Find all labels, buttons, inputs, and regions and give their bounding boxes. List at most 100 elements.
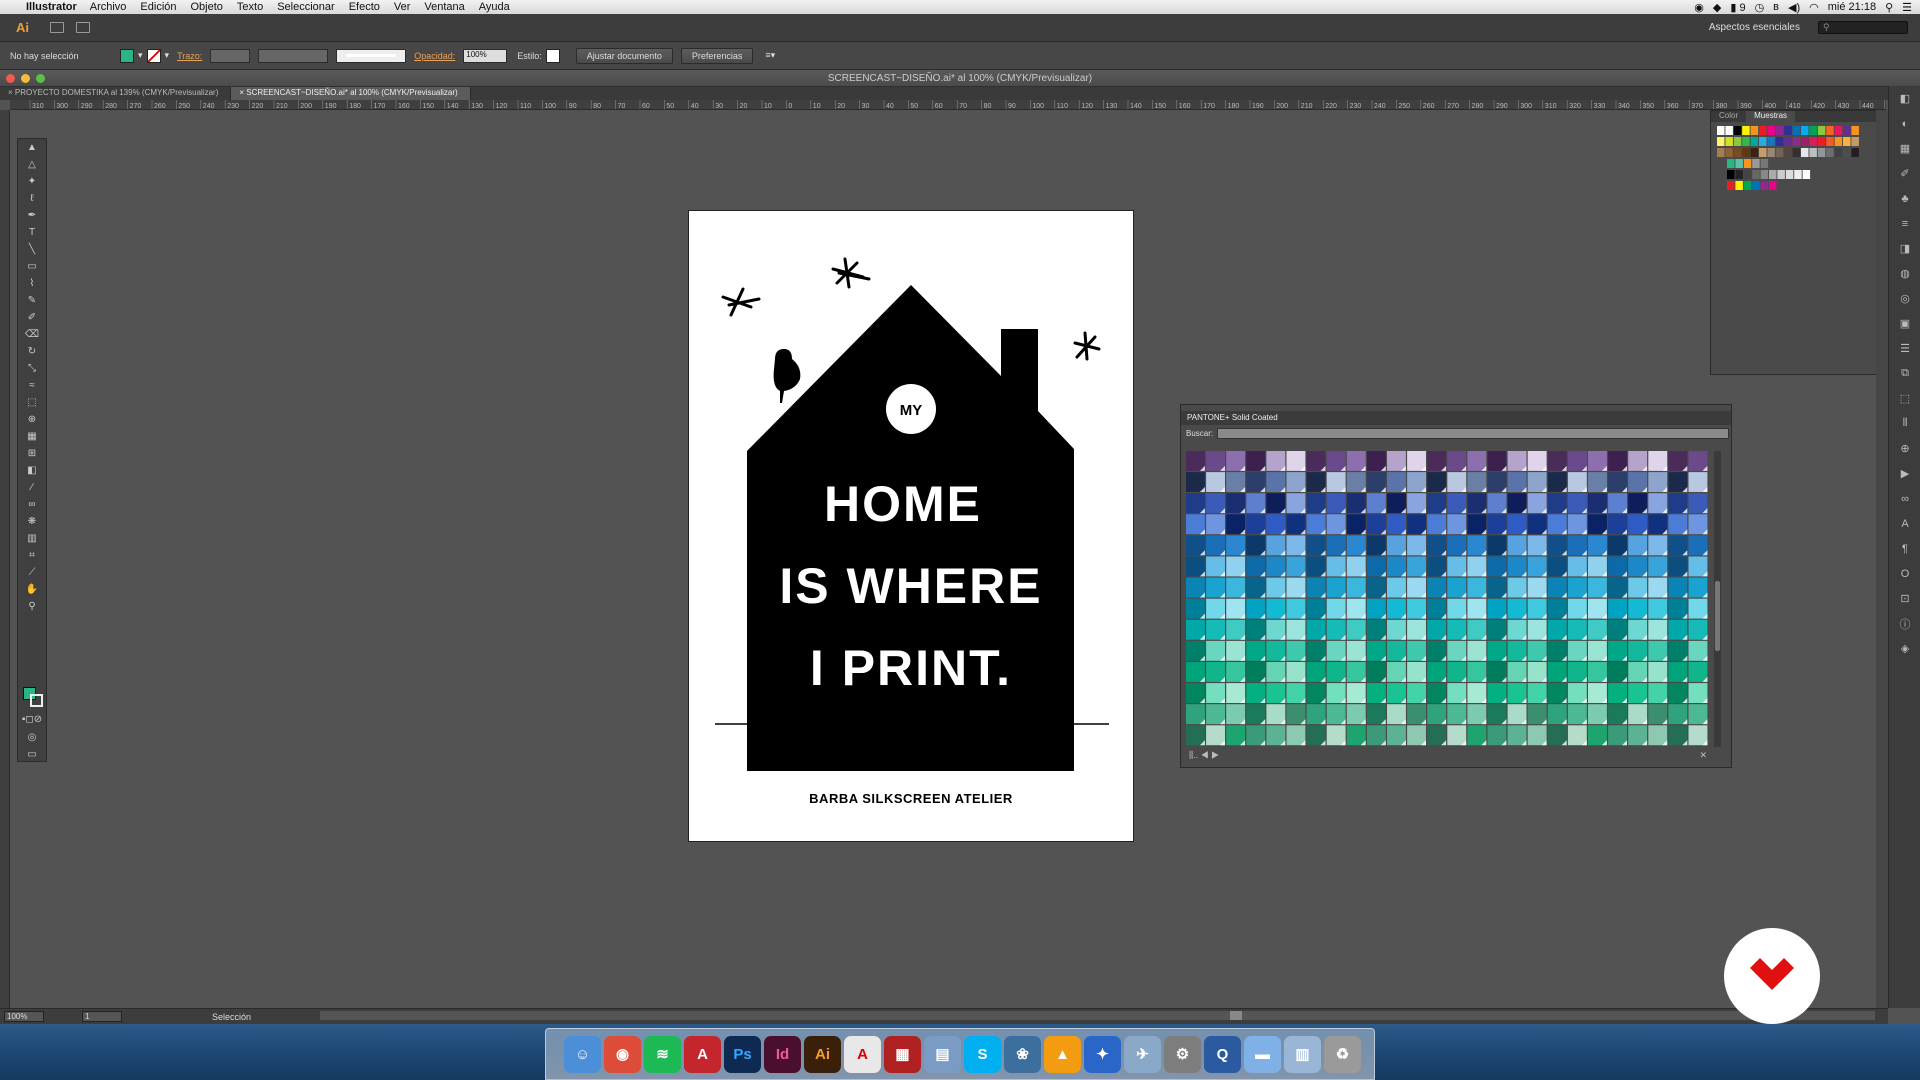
- pantone-swatch[interactable]: [1567, 556, 1587, 577]
- swatch[interactable]: [1784, 148, 1792, 157]
- minimize-window-button[interactable]: [21, 74, 30, 83]
- transmit-icon[interactable]: ✦: [1084, 1035, 1121, 1073]
- pantone-swatch[interactable]: [1648, 619, 1668, 640]
- stroke-color-box[interactable]: [30, 694, 43, 707]
- pantone-swatch[interactable]: [1527, 619, 1547, 640]
- pantone-swatch[interactable]: [1567, 598, 1587, 619]
- pantone-swatch[interactable]: [1427, 535, 1447, 556]
- help-search-input[interactable]: ⚲: [1818, 21, 1908, 34]
- swatch[interactable]: [1752, 170, 1760, 179]
- pantone-swatch[interactable]: [1266, 598, 1286, 619]
- pantone-swatch[interactable]: [1628, 662, 1648, 682]
- pantone-swatch[interactable]: [1467, 535, 1487, 556]
- pantone-swatch[interactable]: [1648, 514, 1668, 535]
- pantone-swatch[interactable]: [1567, 662, 1587, 682]
- pantone-swatch[interactable]: [1648, 683, 1668, 703]
- pantone-swatch[interactable]: [1527, 556, 1547, 577]
- pantone-swatch[interactable]: [1668, 577, 1688, 598]
- pantone-swatch[interactable]: [1387, 725, 1406, 746]
- pantone-swatch[interactable]: [1427, 640, 1447, 661]
- pantone-swatch[interactable]: [1326, 535, 1346, 556]
- pantone-swatch[interactable]: [1366, 493, 1386, 514]
- graphic-styles-icon[interactable]: ▣: [1889, 311, 1920, 336]
- pantone-swatch[interactable]: [1286, 451, 1306, 471]
- pantone-swatch[interactable]: [1186, 472, 1205, 492]
- swatch[interactable]: [1843, 137, 1851, 146]
- swatch[interactable]: [1801, 137, 1809, 146]
- pantone-swatch[interactable]: [1306, 619, 1326, 640]
- folder-icon[interactable]: ▬: [1244, 1035, 1281, 1073]
- pantone-swatch[interactable]: [1246, 535, 1266, 556]
- swatch[interactable]: [1777, 170, 1785, 179]
- artboards-icon[interactable]: ⧉: [1889, 361, 1920, 386]
- pantone-swatch[interactable]: [1407, 640, 1426, 661]
- pantone-swatch[interactable]: [1608, 535, 1627, 556]
- pantone-swatch[interactable]: [1527, 535, 1547, 556]
- fill-swatch[interactable]: [120, 48, 134, 63]
- blend-tool-icon[interactable]: ∞: [18, 496, 46, 513]
- pantone-swatch[interactable]: [1186, 535, 1205, 556]
- pantone-swatch[interactable]: [1688, 662, 1708, 682]
- pantone-swatch[interactable]: [1467, 640, 1487, 661]
- pantone-swatch[interactable]: [1467, 514, 1487, 535]
- pantone-swatch[interactable]: [1527, 683, 1547, 703]
- pantone-swatch[interactable]: [1346, 451, 1366, 471]
- pantone-swatch[interactable]: [1246, 640, 1266, 661]
- swatch[interactable]: [1785, 170, 1794, 179]
- pantone-swatch[interactable]: [1567, 493, 1587, 514]
- scroll-thumb[interactable]: [1230, 1011, 1242, 1020]
- swatch[interactable]: [1725, 148, 1733, 157]
- pantone-swatch[interactable]: [1467, 662, 1487, 682]
- pantone-swatch[interactable]: [1366, 514, 1386, 535]
- pantone-swatch[interactable]: [1588, 514, 1607, 535]
- pantone-swatch[interactable]: [1608, 619, 1627, 640]
- pantone-swatch[interactable]: [1628, 640, 1648, 661]
- downloads-icon[interactable]: ▥: [1284, 1035, 1321, 1073]
- pantone-swatch[interactable]: [1648, 598, 1668, 619]
- pantone-swatch[interactable]: [1387, 514, 1406, 535]
- swatch[interactable]: [1735, 181, 1743, 190]
- pantone-swatch[interactable]: [1668, 704, 1688, 725]
- pantone-swatch[interactable]: [1527, 598, 1547, 619]
- pantone-swatch[interactable]: [1407, 535, 1426, 556]
- pantone-swatch[interactable]: [1487, 556, 1507, 577]
- pantone-swatch[interactable]: [1648, 451, 1668, 471]
- pantone-swatch[interactable]: [1588, 493, 1607, 514]
- pantone-swatch[interactable]: [1246, 619, 1266, 640]
- iphoto-icon[interactable]: ❀: [1004, 1035, 1041, 1073]
- pantone-swatch[interactable]: [1628, 451, 1648, 471]
- swatch[interactable]: [1750, 126, 1759, 135]
- pantone-swatch[interactable]: [1668, 556, 1688, 577]
- pantone-swatch[interactable]: [1547, 725, 1567, 746]
- pantone-swatch[interactable]: [1668, 598, 1688, 619]
- warp-tool-icon[interactable]: ≈: [18, 377, 46, 394]
- pantone-swatch[interactable]: [1527, 704, 1547, 725]
- style-swatch[interactable]: [545, 48, 560, 63]
- menu-app-name[interactable]: Illustrator: [26, 1, 77, 13]
- hand-tool-icon[interactable]: ✋: [18, 581, 46, 598]
- pantone-swatch[interactable]: [1688, 451, 1708, 471]
- pantone-swatch[interactable]: [1206, 640, 1225, 661]
- dropbox-icon[interactable]: ◆: [1713, 1, 1721, 14]
- pantone-swatch[interactable]: [1266, 556, 1286, 577]
- pantone-swatch[interactable]: [1186, 577, 1205, 598]
- pantone-swatch[interactable]: [1688, 683, 1708, 703]
- pantone-swatch[interactable]: [1326, 598, 1346, 619]
- pantone-swatch[interactable]: [1366, 535, 1386, 556]
- pantone-swatch[interactable]: [1547, 683, 1567, 703]
- swatch[interactable]: [1760, 181, 1769, 190]
- swatch[interactable]: [1834, 137, 1843, 146]
- screen-mode-icon[interactable]: ▭: [18, 746, 46, 763]
- pantone-swatch[interactable]: [1447, 704, 1467, 725]
- pantone-swatch[interactable]: [1567, 535, 1587, 556]
- opentype-icon[interactable]: O: [1889, 561, 1920, 586]
- pantone-swatch[interactable]: [1407, 598, 1426, 619]
- swatch[interactable]: [1775, 148, 1784, 157]
- panel-menu-icon[interactable]: ≡▾: [765, 50, 775, 61]
- pantone-swatch[interactable]: [1648, 493, 1668, 514]
- pantone-swatch[interactable]: [1628, 556, 1648, 577]
- pantone-swatch[interactable]: [1588, 535, 1607, 556]
- document-setup-button[interactable]: Ajustar documento: [575, 47, 673, 64]
- pantone-swatch[interactable]: [1567, 683, 1587, 703]
- time-machine-icon[interactable]: ◷: [1755, 1, 1765, 14]
